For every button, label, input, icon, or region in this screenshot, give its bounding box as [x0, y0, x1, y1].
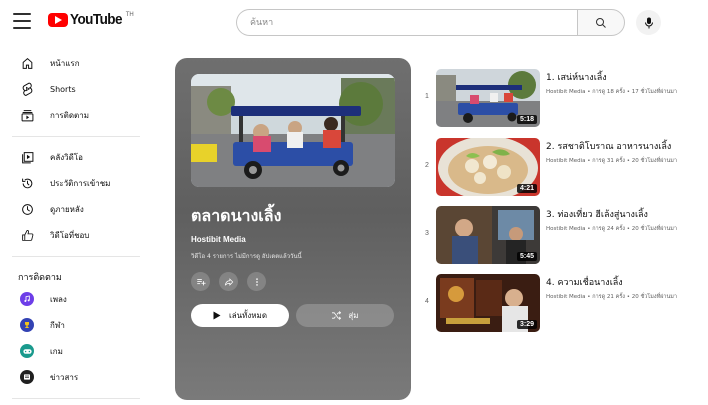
sidebar-item-library[interactable]: คลังวิดีโอ — [0, 144, 152, 170]
video-title[interactable]: 2. รสชาติโบราณ อาหารนางเลิ้ง — [546, 139, 671, 153]
search-icon — [596, 17, 606, 28]
liked-icon — [20, 228, 34, 242]
playlist-video-item[interactable]: 3 5:45 3. ท่องเที่ยว ฮีเล้งสู่นางเลิ้ง H… — [420, 206, 708, 268]
video-index: 2 — [425, 162, 429, 169]
subscriptions-section-title: การติดตาม — [18, 273, 62, 283]
add-to-playlist-button[interactable] — [191, 272, 210, 291]
sidebar-channel-news[interactable]: ข่าวสาร — [0, 364, 152, 390]
more-options-button[interactable] — [247, 272, 266, 291]
shuffle-label: สุ่ม — [348, 311, 359, 320]
sidebar-channel-gaming[interactable]: เกม — [0, 338, 152, 364]
sidebar-divider — [12, 256, 140, 257]
shuffle-icon — [332, 311, 342, 320]
sidebar-item-subscriptions[interactable]: การติดตาม — [0, 102, 152, 128]
more-vert-icon — [255, 277, 258, 286]
microphone-icon — [644, 17, 653, 28]
history-icon — [20, 176, 34, 190]
video-duration: 4:21 — [516, 184, 537, 193]
sidebar-item-shorts[interactable]: Shorts — [0, 76, 152, 102]
sidebar-item-label: ประวัติการเข้าชม — [50, 178, 111, 188]
sidebar-channel-music[interactable]: เพลง — [0, 286, 152, 312]
watch-later-icon — [20, 202, 34, 216]
sidebar-item-label: ดูภายหลัง — [50, 204, 84, 214]
shorts-icon — [20, 82, 34, 96]
video-duration: 5:18 — [516, 115, 537, 124]
sidebar-item-history[interactable]: ประวัติการเข้าชม — [0, 170, 152, 196]
video-meta: Hostibit Media • การดู 24 ครั้ง • 20 ชั่… — [546, 226, 677, 232]
video-meta: Hostibit Media • การดู 18 ครั้ง • 17 ชั่… — [546, 89, 677, 95]
video-meta: Hostibit Media • การดู 21 ครั้ง • 20 ชั่… — [546, 294, 677, 300]
home-icon — [20, 56, 34, 70]
video-thumbnail[interactable]: 3:29 — [436, 274, 540, 332]
region-code: TH — [125, 12, 134, 18]
sidebar-item-home[interactable]: หน้าแรก — [0, 50, 152, 76]
shuffle-button[interactable]: สุ่ม — [296, 304, 394, 327]
playlist-video-item[interactable]: 4 3:29 4. ความเชื่อนางเลิ้ง Hostibit Med… — [420, 274, 708, 336]
video-title[interactable]: 4. ความเชื่อนางเลิ้ง — [546, 275, 623, 289]
playlist-title: ตลาดนางเลิ้ง — [191, 206, 282, 225]
music-icon — [20, 292, 34, 306]
sidebar-divider — [12, 398, 140, 399]
playlist-header-panel: ตลาดนางเลิ้ง Hostibit Media วิดีโอ 4 ราย… — [175, 58, 411, 400]
video-title[interactable]: 3. ท่องเที่ยว ฮีเล้งสู่นางเลิ้ง — [546, 207, 648, 221]
add-to-queue-icon — [196, 278, 206, 285]
playlist-thumbnail[interactable] — [191, 74, 395, 187]
sidebar-item-label: วิดีโอที่ชอบ — [50, 230, 90, 240]
video-duration: 3:29 — [516, 320, 537, 329]
play-all-button[interactable]: เล่นทั้งหมด — [191, 304, 289, 327]
sidebar-channel-sports[interactable]: กีฬา — [0, 312, 152, 338]
share-icon — [224, 277, 233, 286]
search-button[interactable] — [577, 9, 625, 36]
sidebar-item-label: หน้าแรก — [50, 58, 80, 68]
sidebar-item-label: Shorts — [50, 84, 76, 94]
video-thumbnail[interactable]: 5:18 — [436, 69, 540, 127]
video-index: 4 — [425, 298, 429, 305]
sidebar-item-label: ข่าวสาร — [50, 372, 79, 382]
video-index: 1 — [425, 93, 429, 100]
sidebar-item-label: เพลง — [50, 294, 67, 304]
sidebar-item-watch-later[interactable]: ดูภายหลัง — [0, 196, 152, 222]
sidebar-divider — [12, 136, 140, 137]
playlist-video-item[interactable]: 2 4:21 2. รสชาติโบราณ อาหารนางเลิ้ง Host… — [420, 138, 708, 200]
voice-search-button[interactable] — [636, 10, 661, 35]
subscriptions-icon — [20, 108, 34, 122]
play-icon — [213, 311, 221, 320]
search-input[interactable] — [236, 9, 577, 36]
gaming-icon — [20, 344, 34, 358]
playlist-video-item[interactable]: 1 5:18 1. เสน่ห์นางเลิ้ง Hostibit Media … — [420, 69, 708, 131]
sidebar-item-label: คลังวิดีโอ — [50, 152, 83, 162]
play-all-label: เล่นทั้งหมด — [228, 311, 268, 320]
news-icon — [20, 370, 34, 384]
playlist-owner-link[interactable]: Hostibit Media — [191, 235, 246, 244]
sidebar-item-label: กีฬา — [50, 320, 65, 330]
library-icon — [20, 150, 34, 164]
youtube-logo[interactable]: YouTube TH — [48, 11, 134, 28]
sidebar-item-label: เกม — [50, 346, 63, 356]
sidebar: หน้าแรก Shorts การติดตาม คลังวิดีโอ ประว… — [0, 44, 152, 405]
top-bar: YouTube TH — [0, 0, 708, 44]
playlist-meta: วิดีโอ 4 รายการ ไม่มีการดู อัปเดตแล้ววัน… — [191, 253, 302, 260]
sidebar-item-liked-videos[interactable]: วิดีโอที่ชอบ — [0, 222, 152, 248]
sidebar-item-label: การติดตาม — [50, 110, 89, 120]
sports-icon — [20, 318, 34, 332]
video-index: 3 — [425, 230, 429, 237]
video-title[interactable]: 1. เสน่ห์นางเลิ้ง — [546, 70, 607, 84]
youtube-play-icon — [48, 12, 68, 27]
video-duration: 5:45 — [516, 252, 537, 261]
search-bar — [236, 9, 625, 36]
video-thumbnail[interactable]: 4:21 — [436, 138, 540, 196]
share-button[interactable] — [219, 272, 238, 291]
video-thumbnail[interactable]: 5:45 — [436, 206, 540, 264]
menu-icon[interactable] — [13, 13, 31, 29]
logo-text: YouTube — [70, 11, 122, 28]
video-meta: Hostibit Media • การดู 31 ครั้ง • 20 ชั่… — [546, 158, 677, 164]
